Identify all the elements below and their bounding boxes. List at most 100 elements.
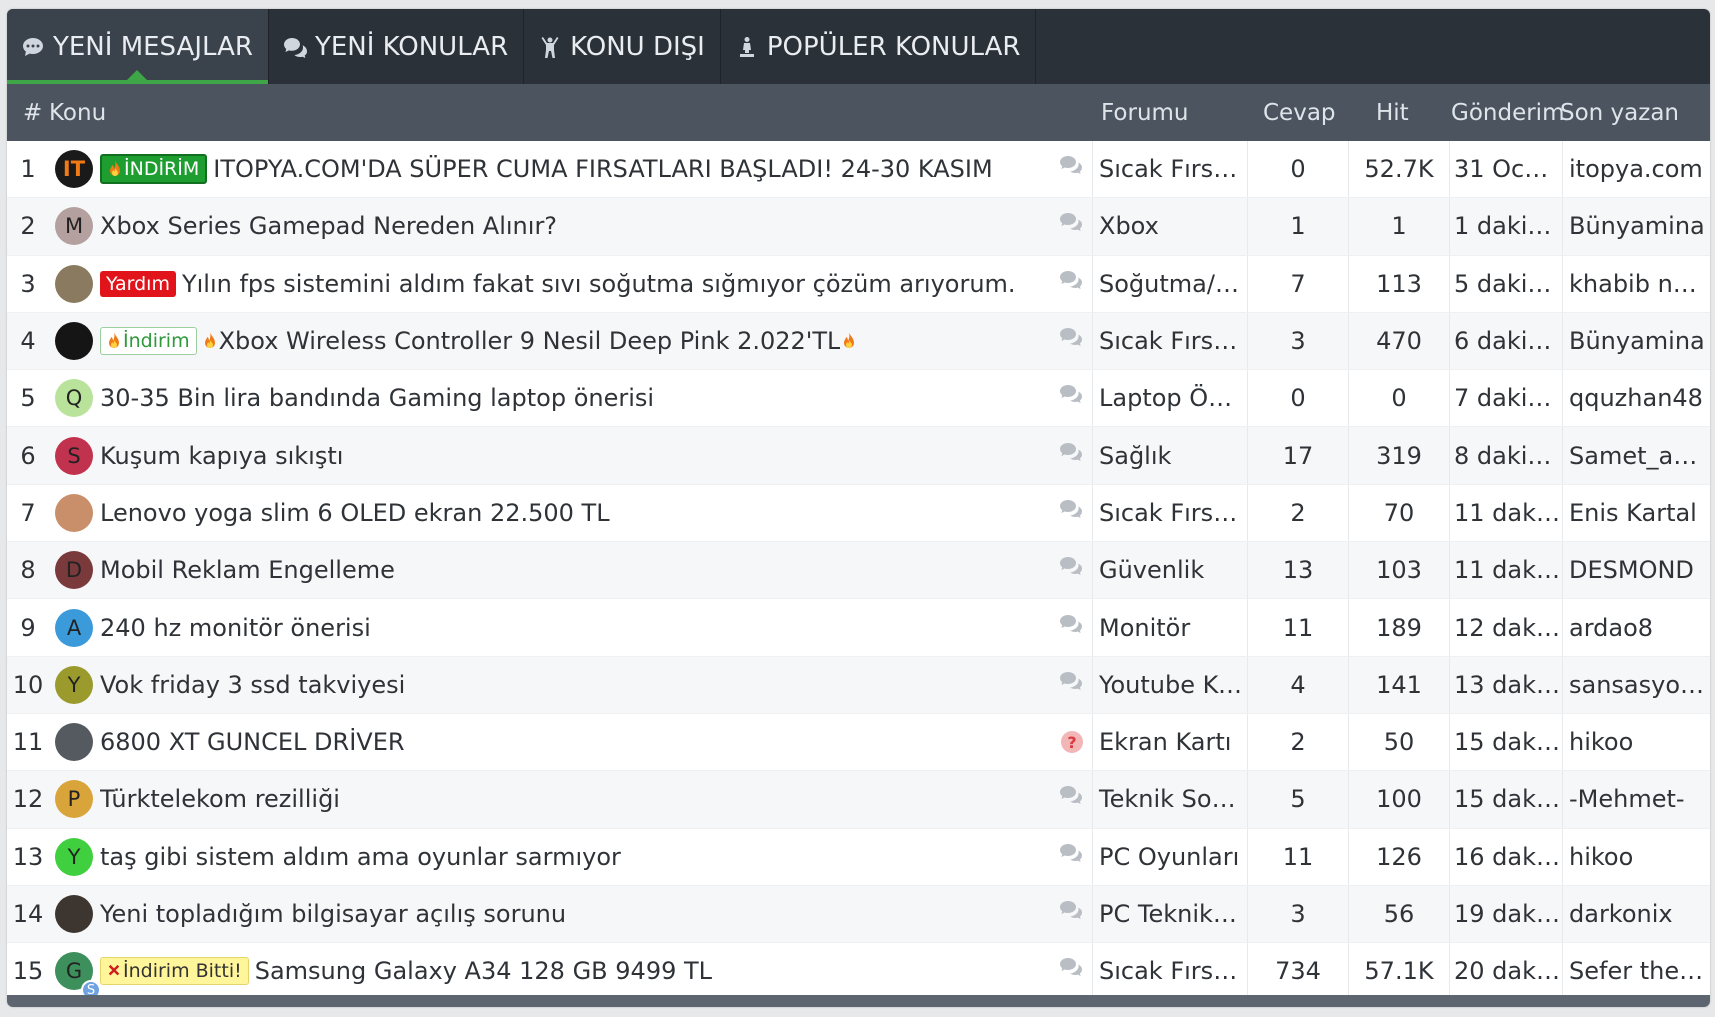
last-poster-link[interactable]: sansasyonel — [1563, 671, 1710, 699]
avatar[interactable] — [55, 493, 93, 532]
tab-2[interactable]: YENİ KONULAR — [269, 9, 525, 84]
topic-title-link[interactable]: Samsung Galaxy A34 128 GB 9499 TL — [255, 957, 712, 985]
forum-link[interactable]: PC Oyunları — [1093, 843, 1243, 871]
horizontal-scrollbar[interactable] — [7, 995, 1710, 1007]
prefix-badge[interactable]: İndirim — [100, 327, 197, 356]
header-hits[interactable]: Hit — [1376, 100, 1409, 126]
prefix-badge[interactable]: Yardım — [100, 270, 176, 297]
forum-link[interactable]: Güvenlik — [1093, 556, 1243, 584]
header-replies[interactable]: Cevap — [1263, 100, 1336, 126]
tab-1[interactable]: YENİ MESAJLAR — [7, 9, 269, 84]
avatar[interactable]: M — [55, 207, 93, 246]
topic-title-link[interactable]: taş gibi sistem aldım ama oyunlar sarmıy… — [100, 843, 621, 871]
forum-link[interactable]: Monitör — [1093, 614, 1243, 642]
forum-link[interactable]: Sıcak Fırsatlar — [1093, 957, 1243, 985]
last-poster-link[interactable]: ardao8 — [1563, 614, 1710, 642]
table-row[interactable]: 7 Lenovo yoga slim 6 OLED ekran 22.500 TL… — [7, 484, 1710, 543]
topic-title-link[interactable]: Vok friday 3 ssd takviyesi — [100, 671, 405, 699]
topic-title-link[interactable]: Mobil Reklam Engelleme — [100, 556, 395, 584]
avatar[interactable]: Y — [55, 665, 93, 704]
forum-link[interactable]: Laptop Öne... — [1093, 384, 1243, 412]
last-poster-link[interactable]: Sefer the P... — [1563, 957, 1710, 985]
topic-title-link[interactable]: Yılın fps sistemini aldım fakat sıvı soğ… — [182, 270, 1016, 298]
tab-4[interactable]: POPÜLER KONULAR — [721, 9, 1037, 84]
column-divider — [1247, 771, 1248, 828]
last-poster-link[interactable]: -Mehmet- — [1563, 785, 1710, 813]
last-poster-link[interactable]: Bünyamina — [1563, 212, 1710, 240]
prefix-badge[interactable]: İndirim Bitti! — [100, 957, 249, 986]
topic-title-link[interactable]: Xbox Series Gamepad Nereden Alınır? — [100, 212, 557, 240]
table-row[interactable]: 14 Yeni topladığım bilgisayar açılış soru… — [7, 885, 1710, 944]
forum-link[interactable]: Soğutma/O... — [1093, 270, 1243, 298]
avatar[interactable] — [55, 723, 93, 762]
last-poster-link[interactable]: qquzhan48 — [1563, 384, 1710, 412]
table-row[interactable]: 6 S Kuşum kapıya sıkıştı Sağlık 17 319 8 dakik… — [7, 427, 1710, 485]
avatar[interactable]: D — [55, 551, 93, 590]
last-poster-link[interactable]: khabib nur... — [1563, 270, 1710, 298]
column-divider — [1247, 656, 1248, 713]
table-row[interactable]: 2 M Xbox Series Gamepad Nereden Alınır? Xbo… — [7, 198, 1710, 256]
table-row[interactable]: 13 Ytaş gibi sistem aldım ama oyunlar sar… — [7, 828, 1710, 886]
table-row[interactable]: 9 A 240 hz monitör önerisi Monitör 11 189 12 d… — [7, 599, 1710, 657]
forum-link[interactable]: PC Teknik S... — [1093, 900, 1243, 928]
avatar[interactable] — [55, 895, 93, 933]
forum-link[interactable]: Xbox — [1093, 212, 1243, 240]
table-row[interactable]: 5 Q 30-35 Bin lira bandında Gaming laptop … — [7, 370, 1710, 428]
table-row[interactable]: 1 IT İNDİRİM ITOPYA.COM'DA SÜPER CUMA FIRSA… — [7, 141, 1710, 199]
topic-title-link[interactable]: 240 hz monitör önerisi — [100, 614, 371, 642]
avatar[interactable]: IT — [55, 150, 93, 189]
avatar[interactable] — [55, 264, 93, 303]
topic-title-cell: 30-35 Bin lira bandında Gaming laptop ön… — [100, 384, 1045, 412]
row-number: 15 — [12, 957, 44, 986]
forum-link[interactable]: Sağlık — [1093, 442, 1243, 470]
topic-title-link[interactable]: Xbox Wireless Controller 9 Nesil Deep Pi… — [219, 327, 841, 355]
topic-title-link[interactable]: 6800 XT GUNCEL DRİVER — [100, 728, 405, 756]
last-poster-link[interactable]: Bünyamina — [1563, 327, 1710, 355]
table-row[interactable]: 12 P Türktelekom rezilliği Teknik Soru... 5 1… — [7, 771, 1710, 829]
last-poster-link[interactable]: hikoo — [1563, 843, 1710, 871]
column-divider — [1348, 370, 1349, 427]
topic-title-link[interactable]: Yeni topladığım bilgisayar açılış sorunu — [100, 900, 566, 928]
forum-link[interactable]: Sıcak Fırsatlar — [1093, 499, 1243, 527]
header-topic[interactable]: Konu — [49, 100, 106, 126]
tab-3[interactable]: KONU DIŞI — [524, 9, 721, 84]
header-forum[interactable]: Forumu — [1101, 100, 1189, 126]
table-row[interactable]: 10 Y Vok friday 3 ssd takviyesi Youtube Ka.… — [7, 656, 1710, 714]
avatar[interactable]: Q — [55, 379, 93, 418]
avatar[interactable]: P — [55, 780, 93, 819]
avatar[interactable] — [55, 322, 93, 361]
column-divider — [1348, 255, 1349, 312]
table-row[interactable]: 3 Yardım Yılın fps sistemini aldım fakat s… — [7, 255, 1710, 313]
table-row[interactable]: 15 G S İndirim Bitti! Samsung Galaxy A34 128… — [7, 943, 1710, 1001]
table-row[interactable]: 8 D Mobil Reklam Engelleme Güvenlik 13 103 11 … — [7, 542, 1710, 600]
last-poster-link[interactable]: Enis Kartal — [1563, 499, 1710, 527]
header-date[interactable]: Gönderim — [1451, 100, 1564, 126]
badge-label: Yardım — [106, 272, 170, 295]
topic-title-link[interactable]: Türktelekom rezilliği — [100, 785, 340, 813]
header-last[interactable]: Son yazan — [1560, 100, 1679, 126]
forum-link[interactable]: Sıcak Fırsatlar — [1093, 155, 1243, 183]
last-poster-link[interactable]: Samet_akar — [1563, 442, 1710, 470]
topic-title-link[interactable]: ITOPYA.COM'DA SÜPER CUMA FIRSATLARI BAŞL… — [213, 155, 992, 183]
topic-title-link[interactable]: Lenovo yoga slim 6 OLED ekran 22.500 TL — [100, 499, 610, 527]
avatar[interactable]: GS — [55, 952, 101, 1001]
forum-link[interactable]: Youtube Ka... — [1093, 671, 1243, 699]
forum-link[interactable]: Sıcak Fırsatlar — [1093, 327, 1243, 355]
avatar[interactable]: S — [55, 436, 93, 475]
avatar[interactable]: Y — [55, 837, 93, 876]
forum-link[interactable]: Ekran Kartı — [1093, 728, 1243, 756]
forum-link[interactable]: Teknik Soru... — [1093, 785, 1243, 813]
last-poster-link[interactable]: itopya.com — [1563, 155, 1710, 183]
topic-title-link[interactable]: 30-35 Bin lira bandında Gaming laptop ön… — [100, 384, 654, 412]
column-divider — [1449, 771, 1450, 828]
last-poster-link[interactable]: hikoo — [1563, 728, 1710, 756]
topic-title-link[interactable]: Kuşum kapıya sıkıştı — [100, 442, 343, 470]
column-divider — [1562, 255, 1563, 312]
table-row[interactable]: 4 İndirim Xbox Wireless Controller 9 Nesil… — [7, 312, 1710, 371]
post-date: 31 Ocak... — [1454, 155, 1562, 184]
avatar[interactable]: A — [55, 608, 93, 647]
last-poster-link[interactable]: DESMOND — [1563, 556, 1710, 584]
last-poster-link[interactable]: darkonix — [1563, 900, 1710, 928]
table-row[interactable]: 11 6800 XT GUNCEL DRİVER? Ekran Kartı 2 50 15… — [7, 713, 1710, 772]
prefix-badge[interactable]: İNDİRİM — [100, 154, 208, 185]
